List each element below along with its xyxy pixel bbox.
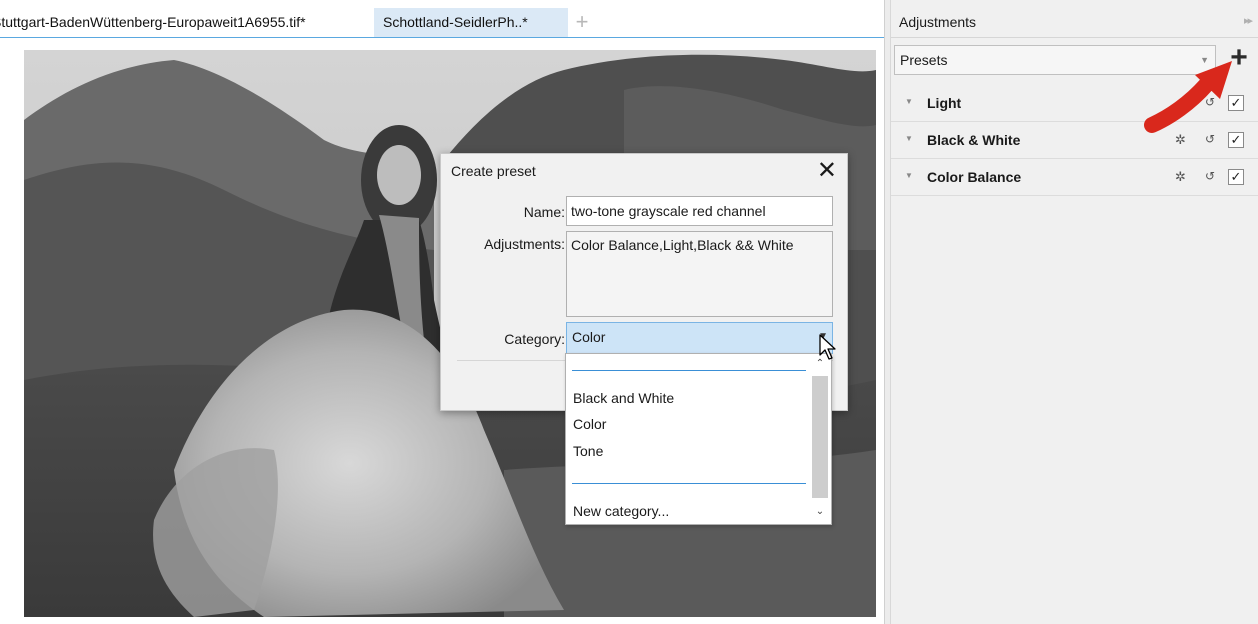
panel-header: Adjustments ▸▸ (891, 0, 1258, 38)
adjustment-row-color-balance[interactable]: ▼ Color Balance ✲ ↺ ✓ (891, 159, 1258, 196)
dropdown-option-new-category[interactable]: New category... (573, 503, 669, 519)
category-label: Category: (504, 331, 565, 347)
adjustments-panel: Adjustments ▸▸ Presets ▼ + ▼ Light ↺ ✓ ▼… (890, 0, 1258, 624)
adjustment-name: Light (927, 95, 962, 111)
dropdown-option-color[interactable]: Color (573, 416, 606, 432)
reset-icon[interactable]: ↺ (1205, 132, 1215, 146)
adjustment-name: Color Balance (927, 169, 1022, 185)
gear-icon[interactable]: ✲ (1175, 169, 1186, 185)
enable-checkbox[interactable]: ✓ (1228, 132, 1244, 148)
category-dropdown-list: Black and White Color Tone New category.… (565, 353, 832, 525)
presets-select-value: Presets (900, 52, 948, 68)
enable-checkbox[interactable]: ✓ (1228, 95, 1244, 111)
panel-title: Adjustments (899, 14, 977, 30)
category-select-value: Color (572, 329, 606, 345)
document-tab-label: Schottland-SeidlerPh..* (383, 14, 528, 30)
chevron-down-icon[interactable]: ▼ (905, 97, 913, 106)
chevron-down-icon[interactable]: ▼ (818, 331, 828, 342)
close-icon[interactable]: ✕ (817, 156, 837, 186)
name-label: Name: (523, 204, 565, 220)
gear-icon[interactable]: ✲ (1175, 132, 1186, 148)
dropdown-separator (572, 483, 806, 484)
reset-icon[interactable]: ↺ (1205, 169, 1215, 183)
expand-panel-icon[interactable]: ▸▸ (1244, 14, 1253, 27)
chevron-up-icon[interactable]: ⌃ (809, 358, 831, 369)
dropdown-option-tone[interactable]: Tone (573, 443, 603, 459)
dropdown-scrollbar[interactable]: ⌃ ⌄ (809, 354, 831, 524)
document-tab-bar: Stuttgart-BadenWüttenberg-Europaweit1A69… (0, 0, 884, 38)
chevron-down-icon[interactable]: ▼ (905, 134, 913, 143)
adjustments-field: Color Balance,Light,Black && White (566, 231, 833, 317)
scrollbar-thumb[interactable] (812, 376, 828, 498)
adjustment-row-light[interactable]: ▼ Light ↺ ✓ (891, 85, 1258, 122)
chevron-down-icon[interactable]: ▼ (1200, 55, 1209, 65)
adjustment-name: Black & White (927, 132, 1021, 148)
presets-select[interactable]: Presets ▼ (894, 45, 1216, 75)
dropdown-separator (572, 370, 806, 371)
category-select[interactable]: Color ▼ (566, 322, 833, 354)
document-tab-label: Stuttgart-BadenWüttenberg-Europaweit1A69… (0, 14, 306, 30)
chevron-down-icon[interactable]: ▼ (905, 171, 913, 180)
name-input[interactable]: two-tone grayscale red channel (566, 196, 833, 226)
reset-icon[interactable]: ↺ (1205, 95, 1215, 109)
document-tab-stuttgart[interactable]: Stuttgart-BadenWüttenberg-Europaweit1A69… (0, 8, 372, 37)
dropdown-option-black-and-white[interactable]: Black and White (573, 390, 674, 406)
adjustments-label: Adjustments: (484, 236, 565, 252)
plus-icon[interactable]: + (568, 8, 596, 37)
enable-checkbox[interactable]: ✓ (1228, 169, 1244, 185)
chevron-down-icon[interactable]: ⌄ (809, 506, 831, 517)
dialog-title: Create preset (451, 163, 536, 179)
document-tab-schottland[interactable]: Schottland-SeidlerPh..* (374, 8, 568, 37)
adjustment-row-black-white[interactable]: ▼ Black & White ✲ ↺ ✓ (891, 122, 1258, 159)
plus-icon[interactable]: + (1225, 43, 1253, 73)
